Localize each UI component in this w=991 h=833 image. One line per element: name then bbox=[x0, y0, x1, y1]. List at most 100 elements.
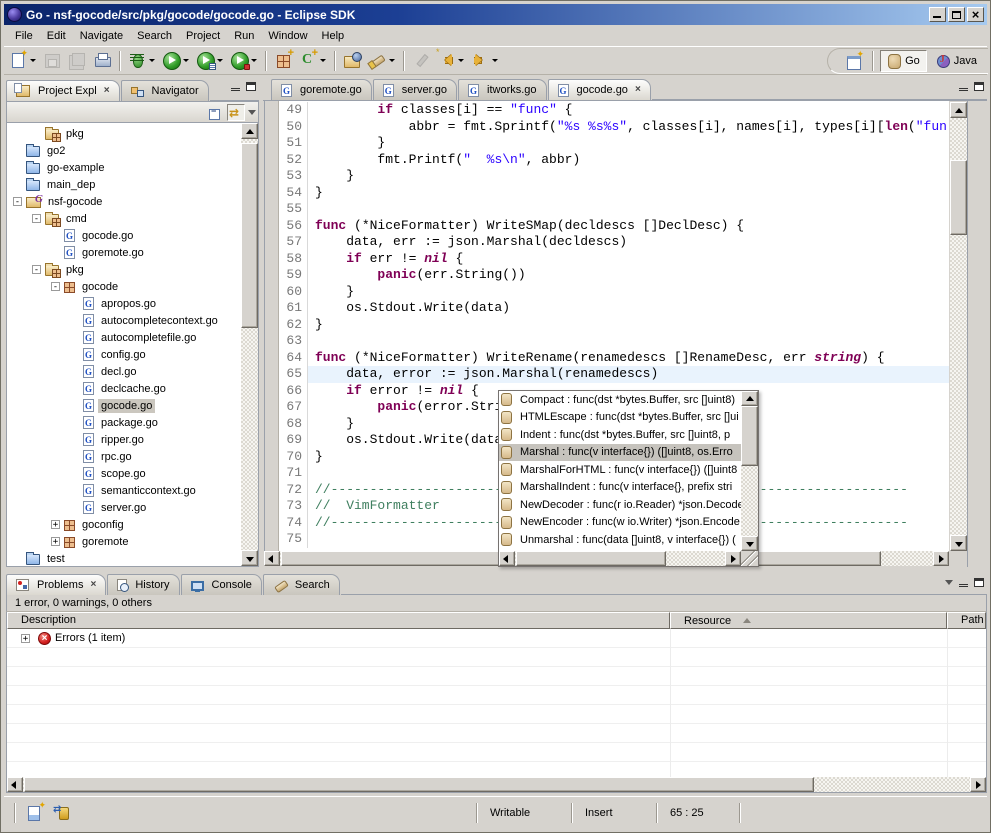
minimize-view-icon[interactable] bbox=[231, 88, 240, 91]
tab-close-icon[interactable]: × bbox=[90, 580, 96, 590]
save-button[interactable] bbox=[41, 49, 64, 73]
tree-item-autocompletecontext-go[interactable]: autocompletecontext.go bbox=[7, 312, 241, 329]
tree-item-config-go[interactable]: config.go bbox=[7, 346, 241, 363]
tree-scrollbar-thumb[interactable] bbox=[241, 143, 258, 328]
popup-scroll-up-button[interactable] bbox=[741, 391, 758, 406]
problems-hscroll-thumb[interactable] bbox=[24, 777, 814, 792]
code-line[interactable]: 60 } bbox=[280, 284, 949, 301]
completion-item[interactable]: HTMLEscape : func(dst *bytes.Buffer, src… bbox=[499, 409, 741, 427]
maximize-button[interactable] bbox=[948, 7, 965, 22]
popup-scroll-right-button[interactable] bbox=[725, 551, 741, 566]
debug-button[interactable] bbox=[126, 49, 158, 73]
tree-scroll-down-button[interactable] bbox=[241, 550, 258, 566]
code-line[interactable]: 59 panic(err.String()) bbox=[280, 267, 949, 284]
problems-scroll-right-button[interactable] bbox=[970, 777, 986, 792]
code-line[interactable]: 51 } bbox=[280, 135, 949, 152]
perspective-java[interactable]: Java bbox=[929, 50, 984, 72]
back-button[interactable]: * bbox=[435, 49, 467, 73]
run-button[interactable] bbox=[160, 49, 192, 73]
code-line[interactable]: 55 bbox=[280, 201, 949, 218]
code-line[interactable]: 64func (*NiceFormatter) WriteRename(rena… bbox=[280, 350, 949, 367]
tree-item-autocompletefile-go[interactable]: autocompletefile.go bbox=[7, 329, 241, 346]
minimize-editor-icon[interactable] bbox=[959, 88, 968, 91]
editor-tab-goremote-go[interactable]: goremote.go bbox=[271, 79, 372, 100]
popup-resize-grip[interactable] bbox=[741, 551, 758, 566]
editor-tab-server-go[interactable]: server.go bbox=[373, 79, 457, 100]
tree-item-go-example[interactable]: go-example bbox=[7, 159, 241, 176]
tree-expander-icon[interactable]: - bbox=[32, 265, 41, 274]
new-wizard-button[interactable] bbox=[7, 49, 39, 73]
tree-expander-icon[interactable]: - bbox=[32, 214, 41, 223]
last-edit-button[interactable] bbox=[410, 49, 433, 73]
completion-item[interactable]: MarshalIndent : func(v interface{}, pref… bbox=[499, 479, 741, 497]
completion-item[interactable]: Marshal : func(v interface{}) ([]uint8, … bbox=[499, 444, 741, 462]
menu-help[interactable]: Help bbox=[315, 28, 352, 44]
tree-expander-icon[interactable]: + bbox=[51, 537, 60, 546]
problems-scroll-left-button[interactable] bbox=[7, 777, 23, 792]
completion-item[interactable]: MarshalForHTML : func(v interface{}) ([]… bbox=[499, 461, 741, 479]
code-line[interactable]: 63 bbox=[280, 333, 949, 350]
tree-item-gocode[interactable]: -gocode bbox=[7, 278, 241, 295]
code-line[interactable]: 62} bbox=[280, 317, 949, 334]
tree-expander-icon[interactable]: + bbox=[51, 520, 60, 529]
code-line[interactable]: 65 data, error := json.Marshal(renamedes… bbox=[280, 366, 949, 383]
save-all-button[interactable] bbox=[66, 49, 89, 73]
code-line[interactable]: 49 if classes[i] == "func" { bbox=[280, 102, 949, 119]
perspective-go[interactable]: Go bbox=[880, 50, 927, 72]
view-menu-icon[interactable] bbox=[945, 580, 953, 589]
problems-tab-console[interactable]: Console bbox=[181, 574, 262, 595]
completion-item[interactable]: NewDecoder : func(r io.Reader) *json.Dec… bbox=[499, 496, 741, 514]
dropdown-arrow-icon[interactable] bbox=[217, 59, 223, 65]
search-flashlight-button[interactable] bbox=[366, 49, 398, 73]
title-bar[interactable]: Go - nsf-gocode/src/pkg/gocode/gocode.go… bbox=[4, 4, 987, 25]
tab-close-icon[interactable]: × bbox=[104, 86, 110, 96]
tree-item-semanticcontext-go[interactable]: semanticcontext.go bbox=[7, 482, 241, 499]
menu-project[interactable]: Project bbox=[179, 28, 227, 44]
collapse-all-icon[interactable] bbox=[206, 104, 224, 121]
tree-expander-icon[interactable]: - bbox=[51, 282, 60, 291]
editor-scroll-down-button[interactable] bbox=[950, 535, 967, 551]
editor-tab-itworks-go[interactable]: itworks.go bbox=[458, 79, 547, 100]
menu-run[interactable]: Run bbox=[227, 28, 261, 44]
popup-hscroll-thumb[interactable] bbox=[516, 551, 666, 566]
code-line[interactable]: 57 data, err := json.Marshal(decldescs) bbox=[280, 234, 949, 251]
tree-item-package-go[interactable]: package.go bbox=[7, 414, 241, 431]
completion-item[interactable]: Compact : func(dst *bytes.Buffer, src []… bbox=[499, 391, 741, 409]
tree-item-apropos-go[interactable]: apropos.go bbox=[7, 295, 241, 312]
build-icon[interactable] bbox=[54, 805, 72, 823]
tree-item-go2[interactable]: go2 bbox=[7, 142, 241, 159]
editor-tab-gocode-go[interactable]: gocode.go× bbox=[548, 79, 651, 100]
tree-item-test[interactable]: test bbox=[7, 550, 241, 566]
maximize-view-icon[interactable] bbox=[246, 82, 256, 91]
print-button[interactable] bbox=[91, 49, 114, 73]
completion-item[interactable]: Indent : func(dst *bytes.Buffer, src []u… bbox=[499, 426, 741, 444]
dropdown-arrow-icon[interactable] bbox=[389, 59, 395, 65]
popup-vscroll-thumb[interactable] bbox=[741, 406, 758, 466]
annotation-ruler[interactable] bbox=[265, 101, 279, 551]
menu-navigate[interactable]: Navigate bbox=[73, 28, 130, 44]
tree-item-gocode-go[interactable]: gocode.go bbox=[7, 227, 241, 244]
view-menu-icon[interactable] bbox=[248, 110, 256, 119]
tree-item-rpc-go[interactable]: rpc.go bbox=[7, 448, 241, 465]
editor-scroll-right-button[interactable] bbox=[933, 551, 949, 566]
code-line[interactable]: 50 abbr = fmt.Sprintf("%s %s%s", classes… bbox=[280, 119, 949, 136]
editor-scroll-up-button[interactable] bbox=[950, 102, 967, 118]
code-line[interactable]: 54} bbox=[280, 185, 949, 202]
open-perspective-button[interactable] bbox=[840, 50, 868, 72]
column-header-path[interactable]: Path bbox=[947, 612, 986, 629]
new-go-package-button[interactable] bbox=[272, 49, 295, 73]
tree-item-decl-go[interactable]: decl.go bbox=[7, 363, 241, 380]
tree-item-pkg[interactable]: pkg bbox=[7, 125, 241, 142]
tree-item-goremote[interactable]: +goremote bbox=[7, 533, 241, 550]
run-history-button[interactable] bbox=[194, 49, 226, 73]
menu-search[interactable]: Search bbox=[130, 28, 179, 44]
dropdown-arrow-icon[interactable] bbox=[458, 59, 464, 65]
menu-window[interactable]: Window bbox=[261, 28, 314, 44]
tree-item-gocode-go[interactable]: gocode.go bbox=[7, 397, 241, 414]
open-resource-button[interactable] bbox=[341, 49, 364, 73]
editor-vscroll-thumb[interactable] bbox=[950, 160, 967, 235]
explorer-tab-navigator[interactable]: Navigator bbox=[121, 80, 209, 101]
maximize-view-icon[interactable] bbox=[974, 578, 984, 587]
tree-item-ripper-go[interactable]: ripper.go bbox=[7, 431, 241, 448]
tree-item-server-go[interactable]: server.go bbox=[7, 499, 241, 516]
